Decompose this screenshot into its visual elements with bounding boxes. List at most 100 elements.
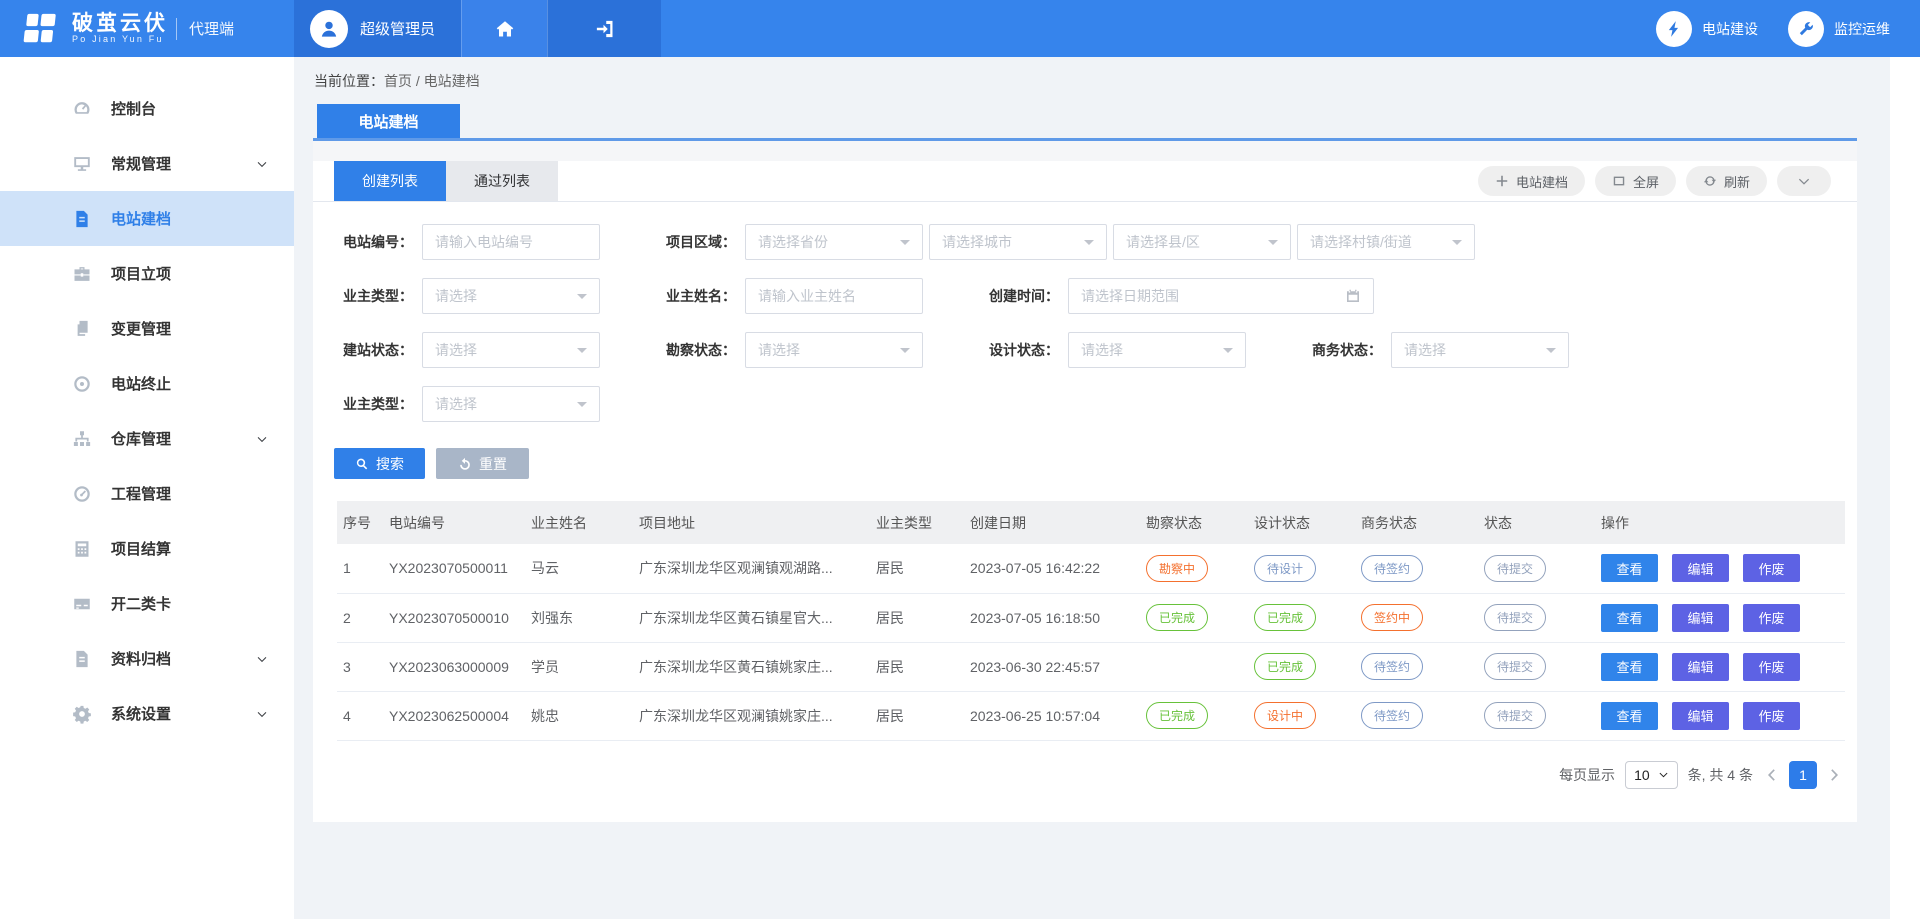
design-status-select[interactable]: 请选择 xyxy=(1068,332,1246,368)
cell-actions: 查看编辑作废 xyxy=(1595,642,1845,691)
sidebar-item-console[interactable]: 控制台 xyxy=(0,81,294,136)
select-placeholder: 请选择 xyxy=(435,340,477,360)
district-select[interactable]: 请选择县/区 xyxy=(1113,224,1291,260)
filter-field-business-status-select: 商务状态：请选择 xyxy=(1282,332,1569,368)
sidebar-item-data-archive[interactable]: 资料归档 xyxy=(0,631,294,686)
search-button[interactable]: 搜索 xyxy=(334,448,425,479)
page-number-1[interactable]: 1 xyxy=(1789,761,1817,789)
person-icon xyxy=(318,18,340,40)
sidebar-item-system-settings[interactable]: 系统设置 xyxy=(0,686,294,741)
cell-status: 待提交 xyxy=(1478,544,1595,593)
view-button[interactable]: 查看 xyxy=(1601,604,1658,632)
edit-button[interactable]: 编辑 xyxy=(1672,702,1729,730)
prev-page-button[interactable] xyxy=(1763,767,1779,783)
sidebar-item-project-settlement[interactable]: 项目结算 xyxy=(0,521,294,576)
breadcrumb: 当前位置：首页 / 电站建档 xyxy=(314,71,1920,91)
sidebar-item-change-management[interactable]: 变更管理 xyxy=(0,301,294,356)
cell-actions: 查看编辑作废 xyxy=(1595,544,1845,593)
page-tab-station-filing[interactable]: 电站建档 xyxy=(317,104,460,138)
filter-field-town-select: 请选择村镇/街道 xyxy=(1297,224,1475,260)
cell-address: 广东深圳龙华区观澜镇观湖路... xyxy=(633,544,870,593)
home-button[interactable] xyxy=(461,0,547,57)
sidebar-item-warehouse-management[interactable]: 仓库管理 xyxy=(0,411,294,466)
cell-owner: 姚忠 xyxy=(525,691,633,740)
calculator-icon xyxy=(72,539,92,559)
void-button[interactable]: 作废 xyxy=(1743,554,1800,582)
station-table: 序号电站编号业主姓名项目地址业主类型创建日期勘察状态设计状态商务状态状态操作 1… xyxy=(337,501,1845,741)
edit-button[interactable]: 编辑 xyxy=(1672,604,1729,632)
owner-name-input[interactable] xyxy=(745,278,923,314)
sidebar-item-second-class-card[interactable]: 开二类卡 xyxy=(0,576,294,631)
pinwheel-logo-icon xyxy=(20,11,62,47)
business-status-select[interactable]: 请选择 xyxy=(1391,332,1569,368)
tab-create-list[interactable]: 创建列表 xyxy=(334,161,446,201)
fullscreen-button[interactable]: 全屏 xyxy=(1595,166,1676,196)
logout-button[interactable] xyxy=(547,0,661,57)
sidebar-item-engineering-management[interactable]: 工程管理 xyxy=(0,466,294,521)
void-button[interactable]: 作废 xyxy=(1743,653,1800,681)
sidebar-item-project-initiation[interactable]: 项目立项 xyxy=(0,246,294,301)
owner-type-select[interactable]: 请选择 xyxy=(422,278,600,314)
filter-label: 设计状态： xyxy=(959,340,1059,360)
filter-label: 业主类型： xyxy=(313,394,413,414)
void-button[interactable]: 作废 xyxy=(1743,604,1800,632)
province-select[interactable]: 请选择省份 xyxy=(745,224,923,260)
chevron-down-icon xyxy=(577,348,587,358)
city-select[interactable]: 请选择城市 xyxy=(929,224,1107,260)
sidebar-menu: 控制台常规管理电站建档项目立项变更管理电站终止仓库管理工程管理项目结算开二类卡资… xyxy=(0,81,294,741)
tab-passed-list[interactable]: 通过列表 xyxy=(446,161,558,201)
refresh-button[interactable]: 刷新 xyxy=(1686,166,1767,196)
select-placeholder: 请选择省份 xyxy=(758,232,828,252)
sidebar-item-label: 系统设置 xyxy=(111,703,171,724)
void-button[interactable]: 作废 xyxy=(1743,702,1800,730)
filter-row: 业主类型： 请选择 xyxy=(313,386,1857,422)
view-button[interactable]: 查看 xyxy=(1601,554,1658,582)
nav-station-build[interactable]: 电站建设 xyxy=(1656,0,1758,57)
column-header: 序号 xyxy=(337,501,383,544)
filter-label: 业主姓名： xyxy=(636,286,736,306)
build-status-select[interactable]: 请选择 xyxy=(422,332,600,368)
filter-field-survey-status-select: 勘察状态： 请选择 xyxy=(636,332,923,368)
cell-survey-status: 已完成 xyxy=(1140,593,1248,642)
filter-field-owner-type-select: 业主类型：请选择 xyxy=(313,278,600,314)
town-select[interactable]: 请选择村镇/街道 xyxy=(1297,224,1475,260)
next-page-button[interactable] xyxy=(1827,767,1843,783)
wrench-icon xyxy=(1797,20,1815,38)
sidebar-item-station-termination[interactable]: 电站终止 xyxy=(0,356,294,411)
filter-field-province-select: 项目区域：请选择省份 xyxy=(636,224,923,260)
view-button[interactable]: 查看 xyxy=(1601,653,1658,681)
cell-code: YX2023070500011 xyxy=(383,544,525,593)
scrollbar-gutter xyxy=(1890,57,1920,919)
column-header: 状态 xyxy=(1478,501,1595,544)
survey-status-select[interactable]: 请选择 xyxy=(745,332,923,368)
created-range-picker[interactable]: 请选择日期范围 xyxy=(1068,278,1374,314)
table-row: 1YX2023070500011马云广东深圳龙华区观澜镇观湖路...居民2023… xyxy=(337,544,1845,593)
refresh-icon xyxy=(1703,174,1717,188)
create-station-button[interactable]: 电站建档 xyxy=(1478,166,1585,196)
edit-button[interactable]: 编辑 xyxy=(1672,653,1729,681)
status-badge: 签约中 xyxy=(1361,604,1423,631)
cell-code: YX2023062500004 xyxy=(383,691,525,740)
sidebar-item-general-management[interactable]: 常规管理 xyxy=(0,136,294,191)
cell-survey-status xyxy=(1140,642,1248,691)
view-button[interactable]: 查看 xyxy=(1601,702,1658,730)
sidebar-item-station-filing[interactable]: 电站建档 xyxy=(0,191,294,246)
nav-monitor-ops[interactable]: 监控运维 xyxy=(1788,0,1890,57)
pagination: 每页显示 10 条, 共 4 条 1 xyxy=(313,761,1843,789)
per-page-select[interactable]: 10 xyxy=(1625,761,1678,789)
cell-survey-status: 已完成 xyxy=(1140,691,1248,740)
logout-icon xyxy=(595,19,615,39)
user-menu[interactable]: 超级管理员 xyxy=(294,0,461,57)
reset-button[interactable]: 重置 xyxy=(436,448,529,479)
station-code-input[interactable] xyxy=(422,224,600,260)
chevron-down-icon xyxy=(577,402,587,412)
filter-label: 勘察状态： xyxy=(636,340,736,360)
cell-address: 广东深圳龙华区黄石镇姚家庄... xyxy=(633,642,870,691)
table-row: 4YX2023062500004姚忠广东深圳龙华区观澜镇姚家庄...居民2023… xyxy=(337,691,1845,740)
cell-owner-type: 居民 xyxy=(870,544,964,593)
column-header: 业主类型 xyxy=(870,501,964,544)
owner-type2-select[interactable]: 请选择 xyxy=(422,386,600,422)
edit-button[interactable]: 编辑 xyxy=(1672,554,1729,582)
search-icon xyxy=(355,457,369,471)
collapse-button[interactable] xyxy=(1777,166,1831,196)
